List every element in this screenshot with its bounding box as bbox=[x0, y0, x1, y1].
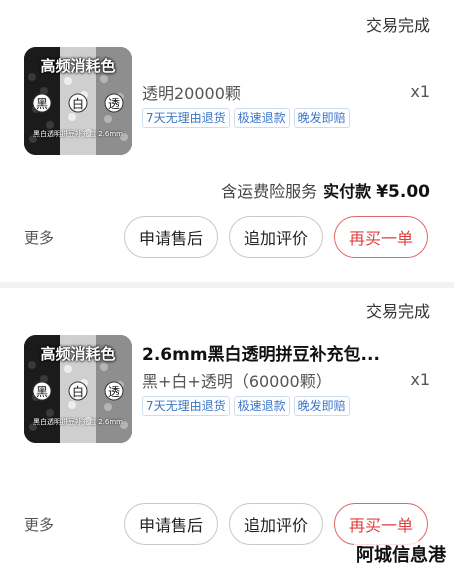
product-quantity: x1 bbox=[410, 370, 430, 389]
service-tag: 7天无理由退货 bbox=[142, 108, 230, 128]
order-status: 交易完成 bbox=[365, 16, 430, 35]
service-tags: 7天无理由退货 极速退款 晚发即赔 bbox=[142, 396, 350, 416]
watermark: 阿城信息港 bbox=[354, 541, 448, 567]
order-card-2[interactable]: 交易完成 黑 白 透 高频消耗色 黑白透明拼豆补充包 2.6mm 2.6mm黑白… bbox=[0, 288, 454, 569]
order-status: 交易完成 bbox=[365, 302, 430, 321]
service-tag: 晚发即赔 bbox=[293, 396, 350, 416]
add-review-button[interactable]: 追加评价 bbox=[229, 503, 323, 545]
buy-again-button[interactable]: 再买一单 bbox=[334, 503, 428, 545]
order-summary: 含运费险服务 实付款 ¥5.00 bbox=[221, 178, 430, 202]
product-thumbnail[interactable]: 黑 白 透 高频消耗色 黑白透明拼豆补充包 2.6mm bbox=[24, 47, 132, 155]
thumb-label-white: 白 bbox=[72, 96, 84, 111]
after-sale-button[interactable]: 申请售后 bbox=[124, 216, 218, 258]
service-tag: 极速退款 bbox=[233, 396, 290, 416]
paid-amount: ¥5.00 bbox=[376, 182, 430, 202]
thumb-label-white: 白 bbox=[72, 384, 84, 399]
service-tags: 7天无理由退货 极速退款 晚发即赔 bbox=[142, 108, 350, 128]
product-spec[interactable]: 黑+白+透明（60000颗） bbox=[142, 368, 332, 392]
thumb-title: 高频消耗色 bbox=[40, 57, 116, 75]
product-title[interactable]: 2.6mm黑白透明拼豆补充包... bbox=[142, 340, 380, 365]
thumb-subtext: 黑白透明拼豆补充包 2.6mm bbox=[33, 130, 123, 138]
insurance-label: 含运费险服务 bbox=[221, 182, 318, 201]
thumb-subtext: 黑白透明拼豆补充包 2.6mm bbox=[33, 418, 123, 426]
service-tag: 7天无理由退货 bbox=[142, 396, 230, 416]
more-link[interactable]: 更多 bbox=[24, 227, 54, 248]
thumb-title: 高频消耗色 bbox=[40, 345, 116, 363]
service-tag: 极速退款 bbox=[233, 108, 290, 128]
after-sale-button[interactable]: 申请售后 bbox=[124, 503, 218, 545]
thumb-label-clear: 透 bbox=[108, 97, 120, 111]
thumb-label-black: 黑 bbox=[36, 385, 48, 399]
product-thumbnail[interactable]: 黑 白 透 高频消耗色 黑白透明拼豆补充包 2.6mm bbox=[24, 335, 132, 443]
service-tag: 晚发即赔 bbox=[293, 108, 350, 128]
order-card-1[interactable]: 交易完成 黑 白 透 高频消耗色 黑白透明拼豆补充包 2.6mm 透明20000… bbox=[0, 0, 454, 282]
more-link[interactable]: 更多 bbox=[24, 514, 54, 535]
product-quantity: x1 bbox=[410, 82, 430, 101]
thumb-label-black: 黑 bbox=[36, 97, 48, 111]
thumb-label-clear: 透 bbox=[108, 385, 120, 399]
add-review-button[interactable]: 追加评价 bbox=[229, 216, 323, 258]
product-spec[interactable]: 透明20000颗 bbox=[142, 80, 241, 104]
paid-label: 实付款 bbox=[323, 182, 372, 201]
buy-again-button[interactable]: 再买一单 bbox=[334, 216, 428, 258]
